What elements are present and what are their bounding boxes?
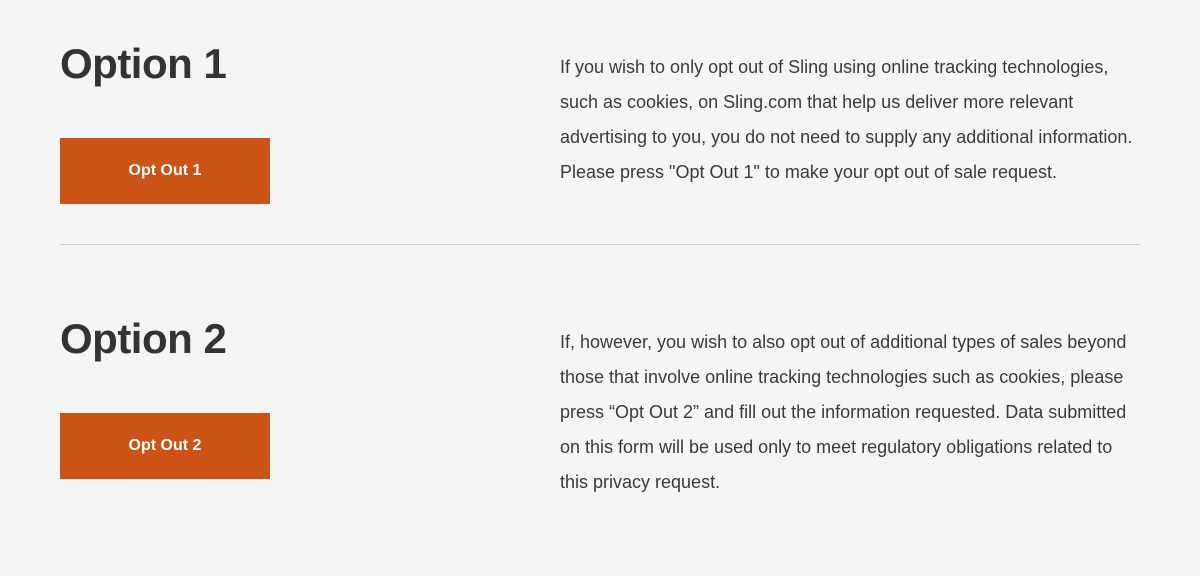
opt-out-2-button[interactable]: Opt Out 2 (60, 413, 270, 479)
section-divider (60, 244, 1140, 245)
option-2-row: Option 2 Opt Out 2 If, however, you wish… (60, 305, 1140, 530)
option-1-description: If you wish to only opt out of Sling usi… (560, 50, 1140, 190)
opt-out-options-container: Option 1 Opt Out 1 If you wish to only o… (0, 0, 1200, 560)
option-1-left-column: Option 1 Opt Out 1 (60, 40, 520, 204)
option-2-left-column: Option 2 Opt Out 2 (60, 315, 520, 500)
option-2-description: If, however, you wish to also opt out of… (560, 325, 1140, 500)
option-1-right-column: If you wish to only opt out of Sling usi… (560, 40, 1140, 204)
option-2-right-column: If, however, you wish to also opt out of… (560, 315, 1140, 500)
option-2-title: Option 2 (60, 315, 520, 363)
option-1-row: Option 1 Opt Out 1 If you wish to only o… (60, 30, 1140, 234)
option-1-title: Option 1 (60, 40, 520, 88)
opt-out-1-button[interactable]: Opt Out 1 (60, 138, 270, 204)
